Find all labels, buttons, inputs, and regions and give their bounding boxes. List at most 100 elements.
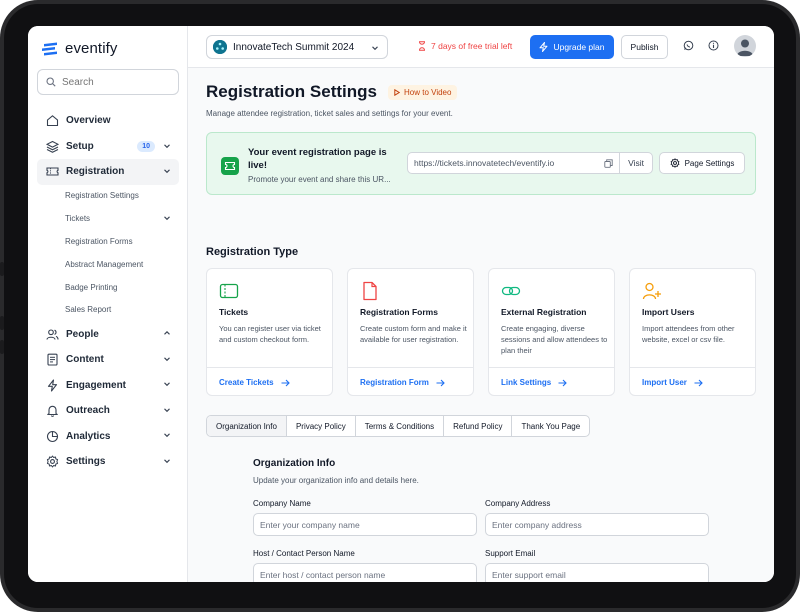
- document-icon: [45, 353, 59, 367]
- arrow-right-icon: [558, 379, 568, 386]
- chevron-down-icon[interactable]: [163, 142, 171, 150]
- sidebar-item-people[interactable]: People: [37, 321, 179, 347]
- org-info-title: Organization Info: [253, 458, 336, 469]
- page-title: Registration Settings: [206, 82, 377, 101]
- sidebar: eventify Overview Setup 10: [28, 26, 188, 582]
- setup-count-badge: 10: [137, 140, 155, 152]
- registration-url: https://tickets.innovatetech/eventify.io: [414, 158, 555, 168]
- org-info-subtitle: Update your organization info and detail…: [253, 476, 419, 485]
- card-tickets[interactable]: Tickets You can register user via ticket…: [206, 268, 333, 396]
- card-description: Create custom form and make it available…: [360, 324, 467, 344]
- upgrade-plan-button[interactable]: Upgrade plan: [530, 35, 614, 59]
- card-registration-forms[interactable]: Registration Forms Create custom form an…: [347, 268, 474, 396]
- volume-button: [0, 316, 4, 330]
- support-email-field[interactable]: [485, 563, 709, 582]
- how-to-video-button[interactable]: How to Video: [388, 85, 458, 100]
- company-name-field[interactable]: [253, 513, 477, 536]
- support-email-label: Support Email: [485, 549, 536, 558]
- company-name-label: Company Name: [253, 499, 311, 508]
- sidebar-item-registration[interactable]: Registration: [37, 159, 179, 185]
- sidebar-item-overview[interactable]: Overview: [37, 108, 179, 134]
- card-description: Import attendees from other website, exc…: [642, 324, 735, 344]
- create-tickets-link[interactable]: Create Tickets: [207, 367, 332, 397]
- tablet-frame: eventify Overview Setup 10: [0, 0, 800, 612]
- registration-url-field[interactable]: https://tickets.innovatetech/eventify.io…: [407, 152, 653, 174]
- chevron-down-icon[interactable]: [163, 355, 171, 363]
- sub-item-registration-forms[interactable]: Registration Forms: [37, 230, 179, 253]
- sidebar-item-outreach[interactable]: Outreach: [37, 398, 179, 424]
- main-content: Registration Settings How to Video Manag…: [188, 68, 774, 582]
- sub-item-abstract-management[interactable]: Abstract Management: [37, 253, 179, 276]
- sidebar-item-label: Outreach: [66, 405, 110, 417]
- tab-privacy-policy[interactable]: Privacy Policy: [287, 416, 356, 436]
- sidebar-item-settings[interactable]: Settings: [37, 449, 179, 475]
- sidebar-item-label: Content: [66, 354, 104, 366]
- registration-form-link[interactable]: Registration Form: [348, 367, 473, 397]
- chevron-down-icon[interactable]: [163, 214, 171, 222]
- tab-refund-policy[interactable]: Refund Policy: [444, 416, 513, 436]
- card-title: Tickets: [219, 307, 249, 317]
- sidebar-nav: Overview Setup 10 Registration Registrat…: [37, 108, 179, 474]
- sub-item-label: Registration Forms: [65, 236, 133, 246]
- event-logo-icon: [213, 40, 227, 54]
- arrow-right-icon: [694, 379, 703, 386]
- tab-organization-info[interactable]: Organization Info: [207, 416, 287, 436]
- sidebar-item-analytics[interactable]: Analytics: [37, 423, 179, 449]
- host-name-field[interactable]: [253, 563, 477, 582]
- chat-icon[interactable]: [683, 40, 694, 51]
- sub-item-label: Badge Printing: [65, 282, 118, 292]
- sub-item-tickets[interactable]: Tickets: [37, 207, 179, 230]
- chevron-down-icon[interactable]: [163, 431, 171, 439]
- chevron-down-icon[interactable]: [163, 406, 171, 414]
- page-settings-label: Page Settings: [684, 158, 735, 168]
- sidebar-item-label: Settings: [66, 456, 106, 468]
- card-import-users[interactable]: Import Users Import attendees from other…: [629, 268, 756, 396]
- arrow-right-icon: [436, 379, 445, 386]
- live-banner: Your event registration page is live! Pr…: [206, 132, 756, 195]
- search-box[interactable]: [37, 69, 179, 95]
- user-avatar[interactable]: [734, 35, 756, 57]
- sidebar-item-label: Registration: [66, 166, 125, 178]
- chevron-down-icon[interactable]: [163, 380, 171, 388]
- event-selector[interactable]: InnovateTech Summit 2024: [206, 35, 388, 59]
- tab-thank-you-page[interactable]: Thank You Page: [512, 416, 589, 436]
- copy-icon[interactable]: [604, 158, 613, 168]
- tab-terms-conditions[interactable]: Terms & Conditions: [356, 416, 445, 436]
- event-name: InnovateTech Summit 2024: [233, 41, 355, 53]
- ticket-icon: [45, 165, 59, 179]
- card-description: You can register user via ticket and cus…: [219, 324, 321, 344]
- card-description: Create engaging, diverse sessions and al…: [501, 324, 608, 355]
- chevron-up-icon[interactable]: [163, 329, 171, 337]
- chevron-down-icon: [372, 46, 378, 51]
- card-link-label: Create Tickets: [219, 378, 274, 387]
- trial-notice: 7 days of free trial left: [418, 41, 512, 51]
- visit-button[interactable]: Visit: [619, 153, 652, 173]
- import-user-link[interactable]: Import User: [630, 367, 755, 397]
- link-settings-link[interactable]: Link Settings: [489, 367, 614, 397]
- logo[interactable]: eventify: [42, 40, 118, 57]
- sub-item-badge-printing[interactable]: Badge Printing: [37, 276, 179, 299]
- card-external-registration[interactable]: External Registration Create engaging, d…: [488, 268, 615, 396]
- sidebar-item-content[interactable]: Content: [37, 347, 179, 373]
- logo-text: eventify: [65, 40, 118, 57]
- card-link-label: Registration Form: [360, 378, 429, 387]
- info-icon[interactable]: [708, 40, 719, 51]
- page-settings-button[interactable]: Page Settings: [659, 152, 745, 174]
- sub-item-sales-report[interactable]: Sales Report: [37, 298, 179, 321]
- registration-type-cards: Tickets You can register user via ticket…: [206, 268, 756, 396]
- publish-button[interactable]: Publish: [621, 35, 668, 59]
- company-address-field[interactable]: [485, 513, 709, 536]
- live-banner-title: Your event registration page is live!: [248, 147, 387, 171]
- chevron-down-icon[interactable]: [163, 457, 171, 465]
- sub-item-label: Tickets: [65, 214, 91, 224]
- app-screen: eventify Overview Setup 10: [28, 26, 774, 582]
- sub-item-registration-settings[interactable]: Registration Settings: [37, 185, 179, 208]
- ticket-icon: [219, 283, 239, 299]
- users-icon: [45, 327, 59, 341]
- play-icon: [394, 89, 400, 96]
- search-input[interactable]: [62, 76, 162, 88]
- chevron-down-icon[interactable]: [163, 167, 171, 175]
- sidebar-item-setup[interactable]: Setup 10: [37, 134, 179, 160]
- sidebar-item-engagement[interactable]: Engagement: [37, 372, 179, 398]
- volume-button: [0, 340, 4, 354]
